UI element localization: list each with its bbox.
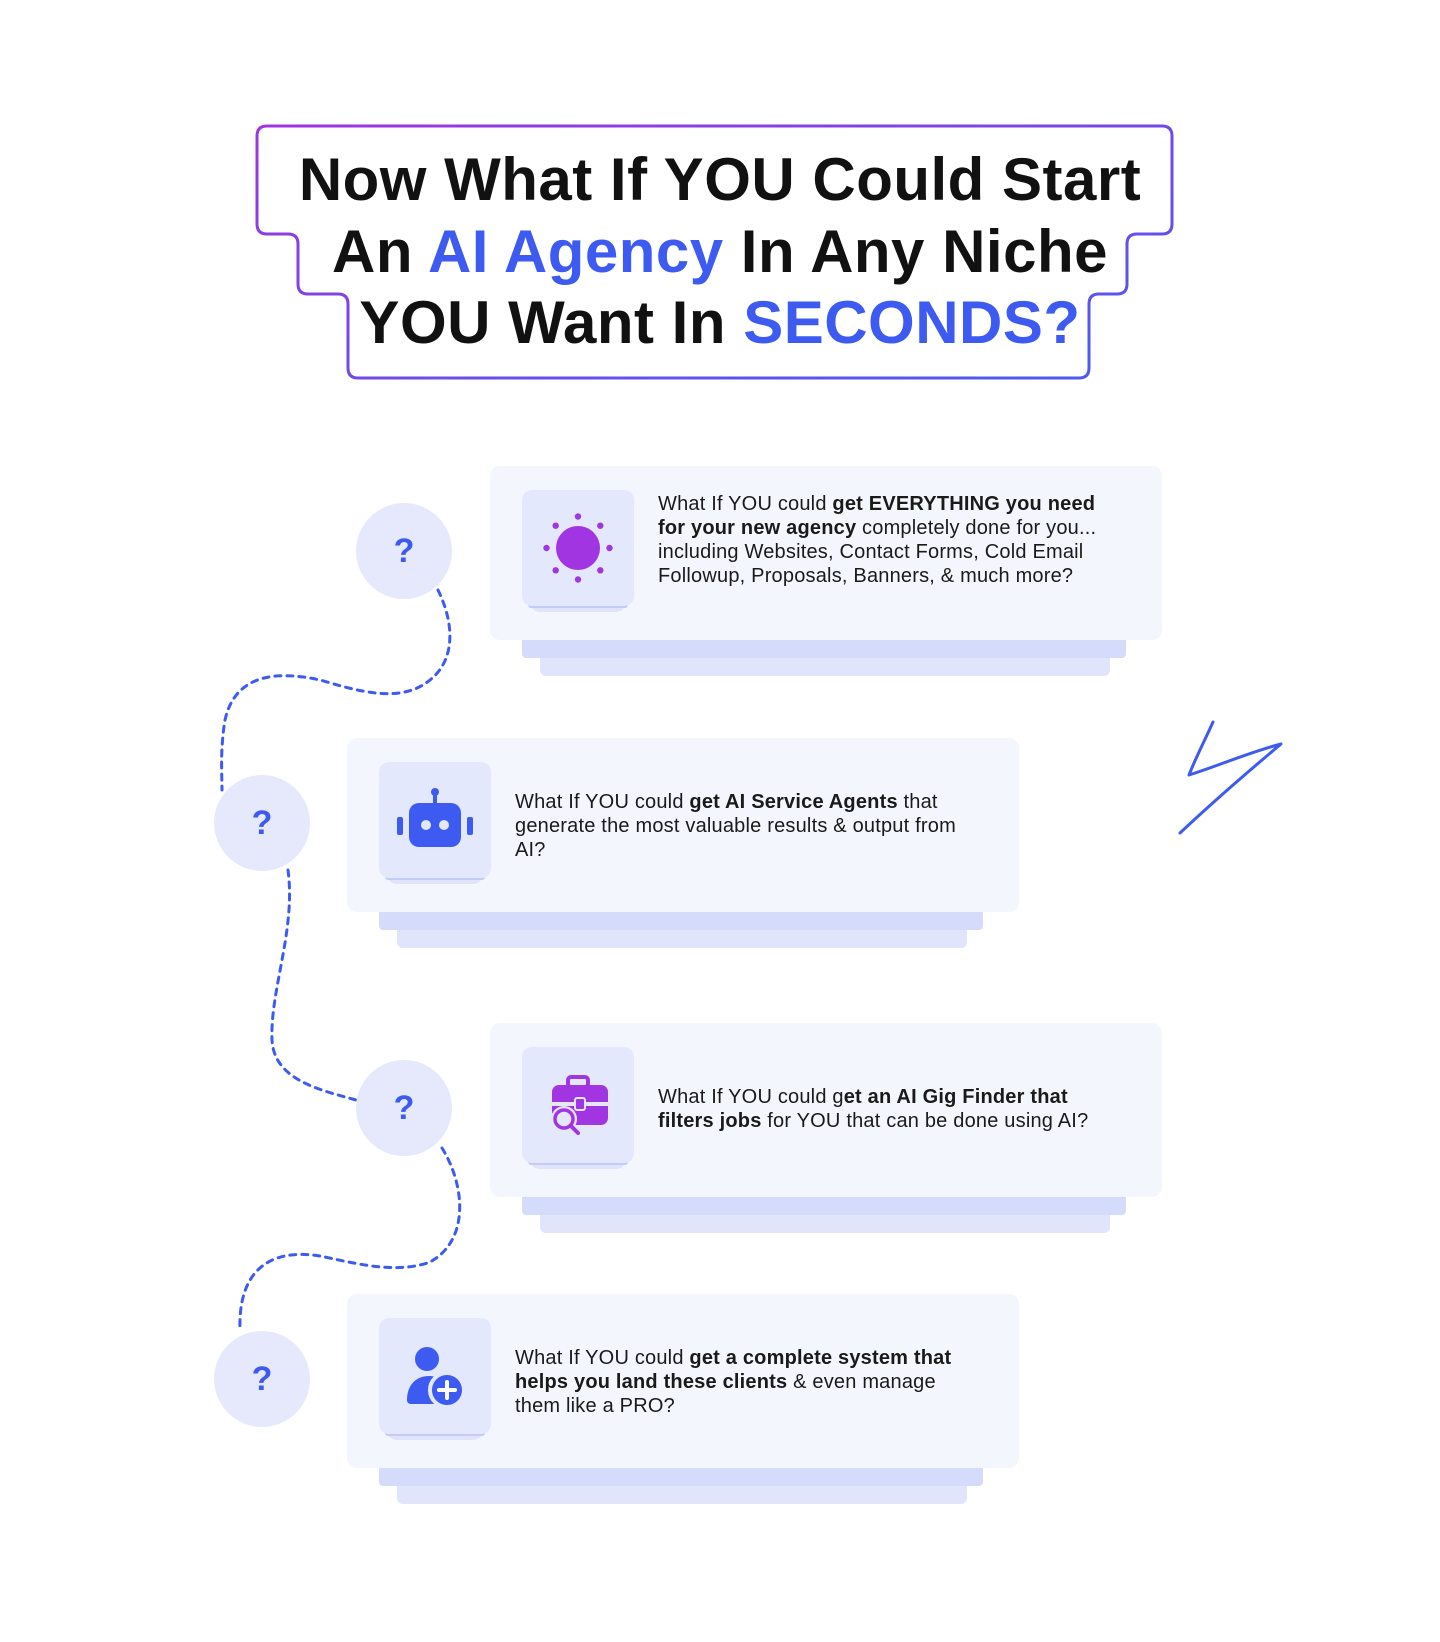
headline-line-2: An AI Agency In Any Niche bbox=[0, 217, 1440, 287]
icon-tile bbox=[379, 762, 491, 888]
card-text: What If YOU could get an AI Gig Finder t… bbox=[658, 1086, 1089, 1132]
headline-text: An bbox=[332, 218, 428, 285]
lightning-scribble-icon bbox=[1178, 720, 1283, 835]
headline-accent: AI Agency bbox=[427, 218, 724, 285]
headline-text: YOU Want In bbox=[359, 289, 744, 356]
add-user-icon bbox=[407, 1347, 466, 1408]
headline-text: Now What If YOU Could Start bbox=[298, 146, 1142, 213]
question-marker: ? bbox=[356, 503, 452, 599]
headline-text: In Any Niche bbox=[723, 218, 1108, 285]
sun-icon bbox=[543, 513, 613, 583]
headline-accent: SECONDS? bbox=[743, 289, 1081, 356]
icon-tile bbox=[522, 490, 634, 616]
question-marker: ? bbox=[356, 1060, 452, 1156]
briefcase-search-icon bbox=[551, 1075, 608, 1135]
headline-line-1: Now What If YOU Could Start bbox=[0, 145, 1440, 215]
robot-icon bbox=[397, 788, 473, 847]
card-text: What If YOU could get a complete system … bbox=[515, 1347, 952, 1417]
headline-line-3: YOU Want In SECONDS? bbox=[0, 288, 1440, 358]
icon-tile bbox=[379, 1318, 491, 1444]
question-marker: ? bbox=[214, 1331, 310, 1427]
icon-tile bbox=[522, 1047, 634, 1173]
card-text: What If YOU could get EVERYTHING you nee… bbox=[658, 493, 1097, 587]
card-text: What If YOU could get AI Service Agents … bbox=[515, 791, 956, 861]
question-marker: ? bbox=[214, 775, 310, 871]
dotted-connector bbox=[220, 588, 462, 1332]
